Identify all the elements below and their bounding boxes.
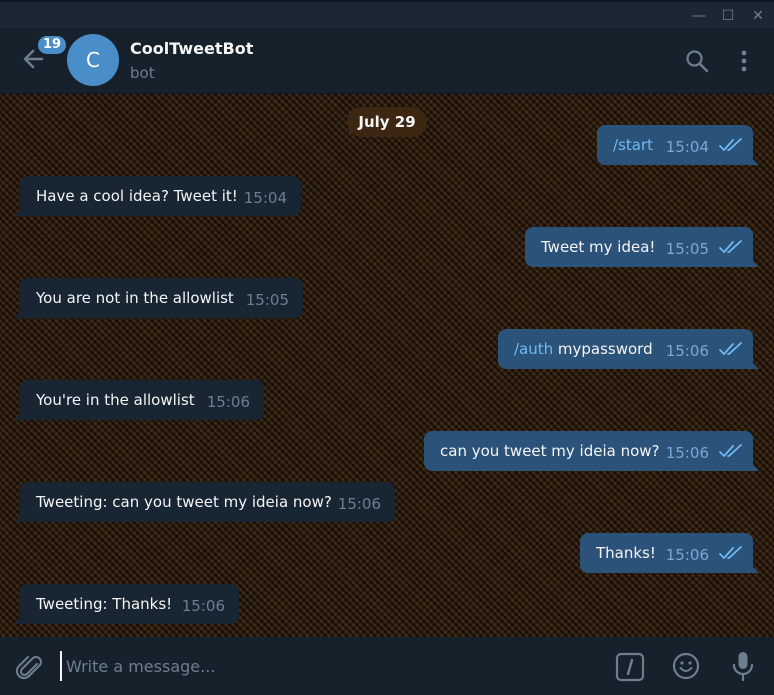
close-button[interactable]: ✕ (747, 6, 769, 26)
outgoing-message[interactable]: Tweet my idea! 15:05 (525, 227, 753, 267)
message-text: You're in the allowlist (36, 391, 195, 409)
date-separator: July 29 (347, 107, 427, 137)
message-composer (0, 637, 774, 695)
outgoing-message[interactable]: /start 15:04 (597, 125, 753, 165)
message-time: 15:05 (665, 240, 709, 258)
bot-command-link[interactable]: /auth (514, 340, 553, 358)
more-options-button[interactable] (734, 48, 754, 74)
message-text: mypassword (553, 340, 653, 358)
incoming-message[interactable]: You are not in the allowlist 15:05 (20, 278, 303, 318)
message-time: 15:06 (337, 495, 381, 513)
message-time: 15:06 (206, 393, 250, 411)
message-text: Tweeting: can you tweet my ideia now? (36, 493, 332, 511)
double-check-icon (719, 240, 742, 253)
window-titlebar: — ☐ ✕ (0, 0, 774, 28)
incoming-message[interactable]: You're in the allowlist 15:06 (20, 380, 264, 420)
message-text: Thanks! (596, 544, 656, 562)
attach-button[interactable] (14, 651, 44, 681)
outgoing-message[interactable]: can you tweet my ideia now? 15:06 (424, 431, 753, 471)
bot-commands-button[interactable] (615, 652, 645, 682)
message-time: 15:06 (665, 342, 709, 360)
message-text: Tweeting: Thanks! (36, 595, 173, 613)
minimize-button[interactable]: — (688, 6, 710, 26)
search-icon (686, 50, 709, 73)
paperclip-icon (15, 656, 42, 680)
double-check-icon (719, 546, 742, 559)
message-text: You are not in the allowlist (36, 289, 234, 307)
microphone-icon (732, 652, 754, 682)
message-time: 15:04 (243, 189, 287, 207)
voice-message-button[interactable] (729, 650, 757, 682)
unread-count-badge: 19 (36, 34, 69, 56)
search-button[interactable] (684, 48, 710, 74)
bot-command-link[interactable]: /start (613, 136, 653, 154)
chat-title[interactable]: CoolTweetBot (130, 39, 253, 58)
double-check-icon (719, 342, 742, 355)
maximize-button[interactable]: ☐ (717, 6, 739, 26)
incoming-message[interactable]: Tweeting: can you tweet my ideia now? 15… (20, 482, 395, 522)
outgoing-message[interactable]: Thanks! 15:06 (580, 533, 753, 573)
double-check-icon (719, 444, 742, 457)
chat-header: 19 C CoolTweetBot bot (0, 28, 774, 94)
message-input[interactable] (60, 651, 580, 681)
incoming-message[interactable]: Tweeting: Thanks! 15:06 (20, 584, 239, 624)
double-check-icon (719, 138, 742, 151)
emoji-icon (672, 652, 700, 680)
message-time: 15:06 (665, 444, 709, 462)
outgoing-message[interactable]: /auth mypassword 15:06 (498, 329, 753, 369)
message-time: 15:06 (665, 546, 709, 564)
message-text: Have a cool idea? Tweet it! (36, 187, 238, 205)
emoji-button[interactable] (671, 651, 701, 681)
message-time: 15:04 (665, 138, 709, 156)
message-time: 15:05 (245, 291, 289, 309)
message-text: can you tweet my ideia now? (440, 442, 660, 460)
message-time: 15:06 (181, 597, 225, 615)
more-vertical-icon (741, 50, 747, 72)
chat-status: bot (130, 64, 155, 82)
message-list[interactable]: July 29 /start 15:04 Have a cool idea? T… (0, 94, 774, 637)
bot-commands-icon (615, 652, 645, 682)
avatar[interactable]: C (67, 34, 119, 86)
message-text: Tweet my idea! (541, 238, 656, 256)
incoming-message[interactable]: Have a cool idea? Tweet it! 15:04 (20, 176, 301, 216)
